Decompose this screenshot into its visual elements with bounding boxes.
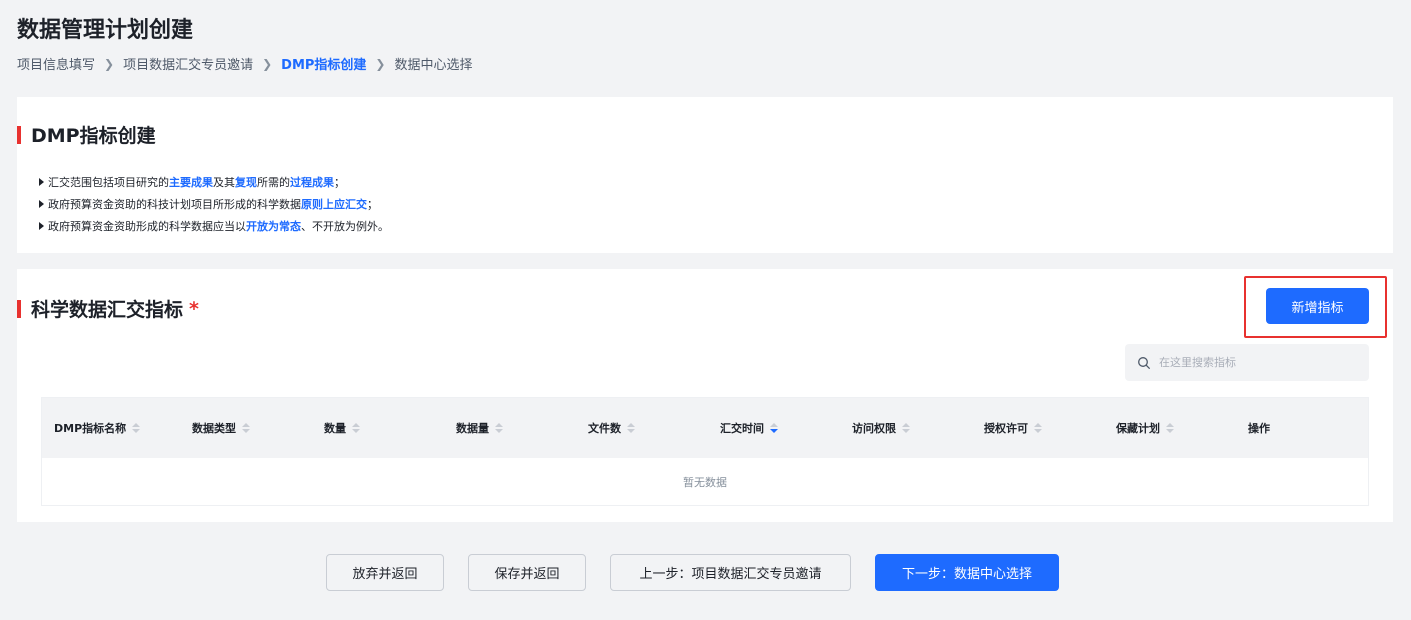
title-accent-bar bbox=[17, 125, 21, 144]
column-header[interactable]: 汇交时间 bbox=[720, 398, 778, 458]
column-header: 操作 bbox=[1248, 398, 1270, 458]
tip-text: 政府预算资金资助的科技计划项目所形成的科学数据 bbox=[48, 198, 301, 211]
sort-up-icon bbox=[352, 423, 360, 427]
tip-text: 汇交范围包括项目研究的 bbox=[48, 176, 169, 189]
column-header[interactable]: 授权许可 bbox=[984, 398, 1042, 458]
tip-text: 、不开放为例外。 bbox=[301, 220, 389, 233]
column-header-label: 数据量 bbox=[456, 422, 489, 435]
sort-up-icon bbox=[1034, 423, 1042, 427]
intro-tip-item: 政府预算资金资助形成的科学数据应当以 开放为常态 、不开放为例外。 bbox=[39, 215, 389, 237]
sort-down-icon bbox=[242, 429, 250, 433]
column-header[interactable]: DMP指标名称 bbox=[54, 398, 141, 458]
next-step-button[interactable]: 下一步：数据中心选择 bbox=[875, 554, 1059, 591]
page-title: 数据管理计划创建 bbox=[17, 18, 194, 43]
indicators-card: 科学数据汇交指标 * 新增指标 DMP指标名称 数据类型 数量 数据量 文件数 汇交时间 访… bbox=[17, 269, 1393, 522]
indicators-title-text: 科学数据汇交指标 bbox=[31, 299, 184, 321]
sort-up-icon bbox=[132, 423, 141, 427]
intro-title-text: DMP指标创建 bbox=[31, 125, 156, 147]
bullet-triangle-icon bbox=[39, 222, 44, 230]
sort-icon[interactable] bbox=[1166, 423, 1174, 433]
tip-text: 及其 bbox=[213, 176, 235, 189]
sort-icon[interactable] bbox=[242, 423, 250, 433]
breadcrumb-step-project-info[interactable]: 项目信息填写 bbox=[17, 54, 95, 73]
sort-up-icon bbox=[1166, 423, 1174, 427]
sort-down-icon bbox=[495, 429, 503, 433]
highlight-text: 开放为常态 bbox=[246, 220, 301, 233]
tip-text: ； bbox=[367, 198, 378, 211]
column-header-label: 授权许可 bbox=[984, 422, 1028, 435]
table-header: DMP指标名称 数据类型 数量 数据量 文件数 汇交时间 访问权限 授权许可 保藏计划 操作 bbox=[42, 398, 1368, 458]
breadcrumb-step-invite[interactable]: 项目数据汇交专员邀请 bbox=[123, 54, 253, 73]
column-header[interactable]: 数量 bbox=[324, 398, 360, 458]
column-header[interactable]: 访问权限 bbox=[852, 398, 910, 458]
sort-down-icon bbox=[1034, 429, 1042, 433]
search-box bbox=[1125, 344, 1369, 381]
sort-up-icon bbox=[627, 423, 635, 427]
bullet-triangle-icon bbox=[39, 178, 44, 186]
highlight-text: 复现 bbox=[235, 176, 257, 189]
bullet-triangle-icon bbox=[39, 200, 44, 208]
highlight-text: 主要成果 bbox=[169, 176, 213, 189]
indicators-section-title: 科学数据汇交指标 * bbox=[17, 295, 199, 322]
discard-and-return-button[interactable]: 放弃并返回 bbox=[326, 554, 444, 591]
save-and-return-button[interactable]: 保存并返回 bbox=[468, 554, 586, 591]
required-mark: * bbox=[189, 297, 199, 320]
sort-down-icon bbox=[132, 429, 141, 433]
sort-up-icon bbox=[495, 423, 503, 427]
column-header-label: 访问权限 bbox=[852, 422, 896, 435]
breadcrumb-step-datacenter[interactable]: 数据中心选择 bbox=[394, 54, 472, 73]
sort-up-icon bbox=[770, 423, 778, 427]
tip-text: 所需的 bbox=[257, 176, 290, 189]
sort-down-icon bbox=[1166, 429, 1174, 433]
column-header[interactable]: 保藏计划 bbox=[1116, 398, 1174, 458]
tip-text: ； bbox=[334, 176, 345, 189]
sort-icon[interactable] bbox=[627, 423, 635, 433]
column-header-label: DMP指标名称 bbox=[54, 422, 127, 435]
column-header[interactable]: 数据类型 bbox=[192, 398, 250, 458]
sort-up-icon bbox=[242, 423, 250, 427]
add-indicator-button[interactable]: 新增指标 bbox=[1266, 288, 1369, 324]
column-header-label: 汇交时间 bbox=[720, 422, 764, 435]
title-accent-bar bbox=[17, 299, 21, 318]
chevron-right-icon: ❯ bbox=[262, 56, 273, 71]
sort-icon[interactable] bbox=[1034, 423, 1042, 433]
column-header-label: 数量 bbox=[324, 422, 346, 435]
column-header-label: 保藏计划 bbox=[1116, 422, 1160, 435]
sort-down-icon bbox=[352, 429, 360, 433]
column-header[interactable]: 文件数 bbox=[588, 398, 635, 458]
intro-section-title: DMP指标创建 bbox=[17, 121, 156, 148]
indicators-table: DMP指标名称 数据类型 数量 数据量 文件数 汇交时间 访问权限 授权许可 保藏计划 操作 暂无… bbox=[41, 397, 1369, 506]
sort-icon[interactable] bbox=[132, 423, 141, 433]
breadcrumb-step-dmp[interactable]: DMP指标创建 bbox=[281, 54, 366, 73]
column-header-label: 数据类型 bbox=[192, 422, 236, 435]
search-icon bbox=[1138, 356, 1150, 369]
sort-icon[interactable] bbox=[495, 423, 503, 433]
sort-down-icon bbox=[902, 429, 910, 433]
column-header-label: 操作 bbox=[1248, 422, 1270, 435]
prev-step-button[interactable]: 上一步：项目数据汇交专员邀请 bbox=[610, 554, 851, 591]
sort-down-icon bbox=[627, 429, 635, 433]
sort-icon[interactable] bbox=[770, 423, 778, 433]
intro-card: DMP指标创建 汇交范围包括项目研究的 主要成果 及其 复现 所需的 过程成果；政府预算资… bbox=[17, 97, 1393, 253]
intro-tips: 汇交范围包括项目研究的 主要成果 及其 复现 所需的 过程成果；政府预算资金资助的科技计划… bbox=[39, 171, 389, 237]
highlight-text: 原则上应汇交 bbox=[301, 198, 367, 211]
highlight-text: 过程成果 bbox=[290, 176, 334, 189]
intro-tip-item: 汇交范围包括项目研究的 主要成果 及其 复现 所需的 过程成果； bbox=[39, 171, 389, 193]
sort-down-icon bbox=[770, 429, 778, 433]
search-input[interactable] bbox=[1159, 356, 1359, 369]
intro-tip-item: 政府预算资金资助的科技计划项目所形成的科学数据 原则上应汇交； bbox=[39, 193, 389, 215]
sort-icon[interactable] bbox=[902, 423, 910, 433]
tip-text: 政府预算资金资助形成的科学数据应当以 bbox=[48, 220, 246, 233]
sort-icon[interactable] bbox=[352, 423, 360, 433]
footer-actions: 放弃并返回 保存并返回 上一步：项目数据汇交专员邀请 下一步：数据中心选择 bbox=[0, 554, 1411, 591]
breadcrumb: 项目信息填写 ❯ 项目数据汇交专员邀请 ❯ DMP指标创建 ❯ 数据中心选择 bbox=[17, 54, 473, 74]
chevron-right-icon: ❯ bbox=[104, 56, 115, 71]
column-header[interactable]: 数据量 bbox=[456, 398, 503, 458]
empty-state: 暂无数据 bbox=[683, 476, 727, 489]
sort-up-icon bbox=[902, 423, 910, 427]
chevron-right-icon: ❯ bbox=[375, 56, 386, 71]
column-header-label: 文件数 bbox=[588, 422, 621, 435]
